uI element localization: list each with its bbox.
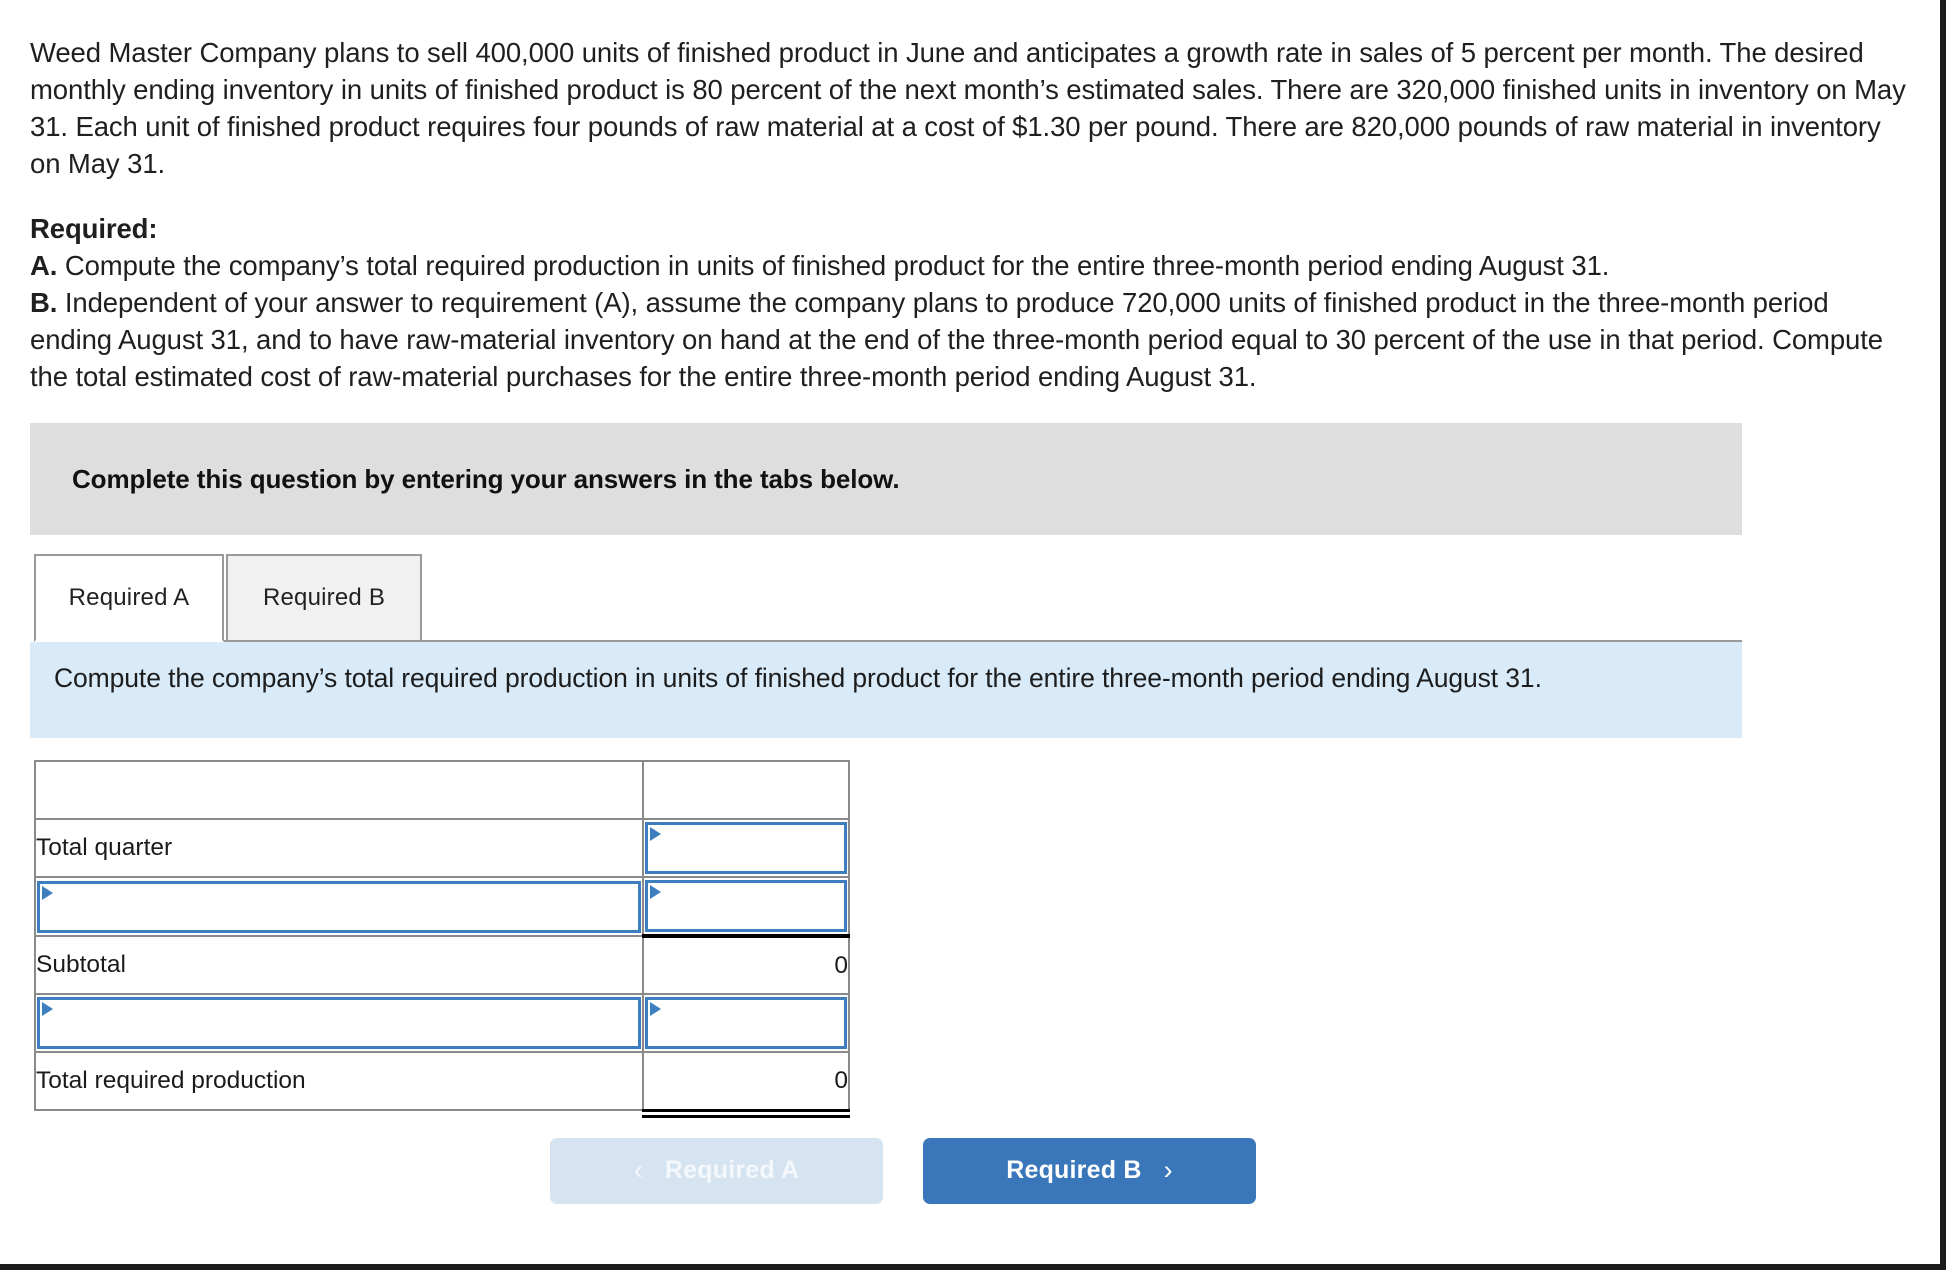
- requirement-b-letter: B.: [30, 287, 58, 318]
- table-row: [34, 876, 850, 937]
- tab-required-a-label: Required A: [68, 584, 190, 611]
- tab-strip: Required A Required B: [30, 549, 1742, 642]
- instruction-banner: Compute the company’s total required pro…: [30, 642, 1742, 738]
- cell-marker-icon: [42, 1002, 53, 1016]
- row-label-cell-blank-2[interactable]: [34, 993, 644, 1053]
- row-label-cell-blank-1[interactable]: [34, 876, 644, 937]
- prev-button-label: Required A: [664, 1156, 800, 1184]
- cell-marker-icon: [42, 885, 53, 900]
- chevron-left-icon: ‹: [633, 1155, 643, 1185]
- table-header-label-cell: [34, 760, 644, 820]
- row-value-subtotal: 0: [642, 934, 850, 995]
- table-header-row: [34, 760, 850, 820]
- next-button-label: Required B: [1006, 1156, 1142, 1184]
- complete-question-text: Complete this question by entering your …: [72, 463, 900, 494]
- input-blank-1-label[interactable]: [40, 883, 638, 930]
- problem-statement: Weed Master Company plans to sell 400,00…: [30, 34, 1910, 395]
- prev-required-a-button[interactable]: ‹ Required A: [550, 1137, 883, 1204]
- input-blank-2-label[interactable]: [40, 1000, 638, 1046]
- tab-required-b-label: Required B: [262, 584, 386, 611]
- cell-marker-icon: [650, 885, 661, 899]
- page-inner: Weed Master Company plans to sell 400,00…: [0, 0, 1940, 1204]
- answer-table: Total quarter Subtotal 0 Total required …: [34, 760, 851, 1119]
- row-value-cell-total-quarter[interactable]: [642, 818, 850, 878]
- cell-marker-icon: [650, 827, 661, 841]
- row-label-total-quarter: Total quarter: [34, 818, 644, 878]
- chevron-right-icon: ›: [1163, 1155, 1173, 1185]
- requirement-a-letter: A.: [30, 250, 58, 281]
- table-row: Total quarter: [34, 818, 850, 878]
- nav-button-row: ‹ Required A Required B ›: [34, 1137, 1940, 1204]
- requirement-b-text: Independent of your answer to requiremen…: [30, 287, 1883, 392]
- input-blank-2-value[interactable]: [648, 1000, 844, 1046]
- row-label-subtotal: Subtotal: [34, 935, 644, 995]
- tab-underline: [34, 640, 1742, 642]
- problem-paragraph: Weed Master Company plans to sell 400,00…: [30, 37, 1906, 179]
- required-heading: Required:: [30, 213, 158, 244]
- input-box[interactable]: [645, 997, 847, 1049]
- row-value-cell-blank-2[interactable]: [642, 993, 850, 1053]
- input-box[interactable]: [645, 880, 847, 932]
- input-blank-1-value[interactable]: [648, 883, 844, 929]
- table-row: [34, 993, 850, 1053]
- table-row: Total required production 0: [34, 1051, 851, 1119]
- input-total-quarter-value[interactable]: [648, 825, 844, 871]
- row-value-cell-blank-1[interactable]: [642, 876, 850, 937]
- input-box[interactable]: [37, 880, 641, 933]
- input-box[interactable]: [645, 822, 847, 874]
- row-value-total-required-production: 0: [642, 1051, 851, 1119]
- table-header-value-cell: [642, 760, 850, 820]
- tab-required-a[interactable]: Required A: [34, 554, 224, 642]
- input-box[interactable]: [37, 997, 641, 1049]
- instruction-text: Compute the company’s total required pro…: [54, 663, 1542, 693]
- requirement-a-text: Compute the company’s total required pro…: [57, 250, 1610, 281]
- tab-required-b[interactable]: Required B: [226, 554, 422, 642]
- required-block: Required: A. Compute the company’s total…: [30, 210, 1910, 395]
- answer-table-wrapper: Total quarter Subtotal 0 Total required …: [34, 760, 1940, 1119]
- row-label-total-required-production: Total required production: [34, 1051, 644, 1111]
- complete-question-banner: Complete this question by entering your …: [30, 423, 1742, 535]
- next-required-b-button[interactable]: Required B ›: [923, 1137, 1256, 1204]
- cell-marker-icon: [650, 1002, 661, 1016]
- table-row: Subtotal 0: [34, 934, 850, 995]
- question-page: Weed Master Company plans to sell 400,00…: [0, 0, 1946, 1270]
